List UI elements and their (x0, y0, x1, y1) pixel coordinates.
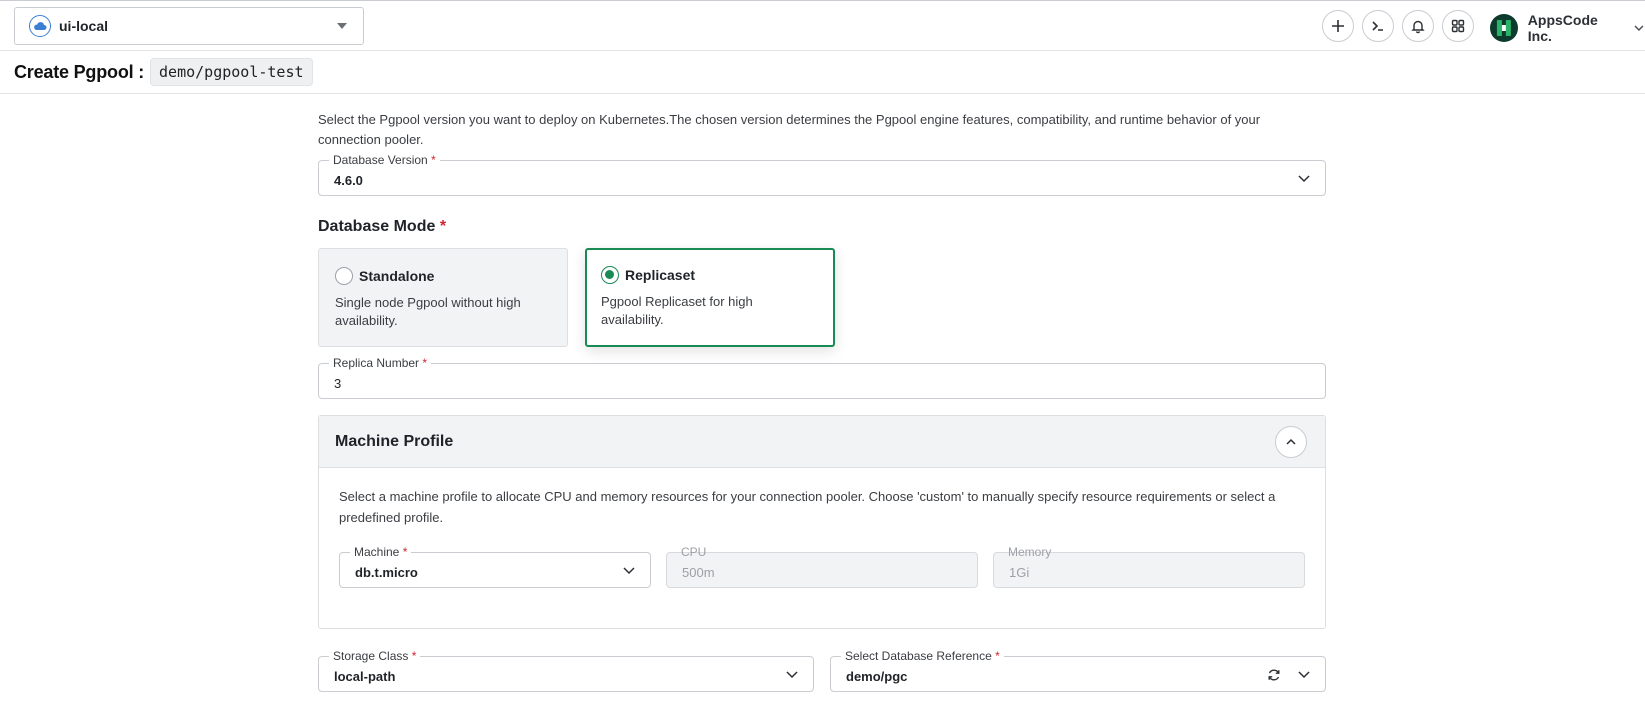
machine-select[interactable]: Machine * db.t.micro (339, 545, 651, 588)
machine-label: Machine (354, 545, 400, 559)
grid-icon (1451, 19, 1465, 33)
top-bar: ui-local AppsCode Inc. (0, 0, 1645, 50)
mode-option-desc: Pgpool Replicaset for high availability. (601, 294, 753, 327)
machine-profile-title: Machine Profile (335, 433, 454, 450)
machine-profile-section: Machine Profile Select a machine profile… (318, 415, 1326, 629)
caret-down-icon (337, 23, 347, 29)
org-menu[interactable]: AppsCode Inc. (1490, 12, 1645, 44)
form-content: Select the Pgpool version you want to de… (318, 110, 1326, 150)
storage-class-label: Storage Class (333, 649, 409, 663)
page-header: Create Pgpool : demo/pgpool-test (0, 50, 1645, 94)
mode-option-standalone[interactable]: Standalone Single node Pgpool without hi… (318, 248, 568, 347)
database-reference-label: Select Database Reference (845, 649, 992, 663)
collapse-button[interactable] (1275, 426, 1307, 458)
memory-label: Memory (1008, 545, 1052, 559)
add-button[interactable] (1322, 10, 1354, 42)
chevron-down-icon (1298, 175, 1310, 183)
mode-option-desc: Single node Pgpool without high availabi… (335, 295, 521, 328)
required-mark: * (402, 545, 408, 559)
required-mark: * (411, 649, 417, 663)
database-mode-title: Database Mode * (318, 218, 447, 235)
resource-ref: demo/pgpool-test (150, 58, 313, 86)
memory-value: 1Gi (1009, 565, 1030, 580)
mode-option-title: Standalone (359, 268, 435, 284)
replica-number-label: Replica Number (333, 356, 420, 370)
database-version-label: Database Version (333, 153, 428, 167)
org-name: AppsCode Inc. (1527, 12, 1598, 44)
machine-profile-desc: Select a machine profile to allocate CPU… (339, 489, 1276, 525)
mode-option-title: Replicaset (625, 267, 696, 283)
chevron-down-icon (1634, 25, 1644, 32)
memory-input: Memory 1Gi (993, 545, 1305, 588)
required-mark: * (422, 356, 428, 370)
terminal-button[interactable] (1362, 10, 1394, 42)
chevron-down-icon (786, 671, 798, 679)
cluster-selector[interactable]: ui-local (14, 7, 364, 45)
cpu-label: CPU (681, 545, 707, 559)
database-reference-value: demo/pgc (846, 669, 908, 684)
version-intro: Select the Pgpool version you want to de… (318, 112, 1261, 147)
required-mark: * (431, 153, 436, 167)
cpu-value: 500m (682, 565, 715, 580)
mode-option-replicaset[interactable]: Replicaset Pgpool Replicaset for high av… (585, 248, 835, 347)
storage-class-value: local-path (334, 669, 396, 684)
database-reference-select[interactable]: Select Database Reference * demo/pgc (830, 649, 1326, 692)
cloud-icon (29, 15, 51, 37)
avatar (1490, 14, 1518, 42)
required-mark: * (439, 218, 447, 235)
notifications-button[interactable] (1402, 10, 1434, 42)
apps-button[interactable] (1442, 10, 1474, 42)
machine-value: db.t.micro (355, 565, 418, 580)
replica-number-input[interactable]: Replica Number * 3 (318, 356, 1326, 399)
chevron-down-icon (1298, 671, 1310, 679)
radio-standalone[interactable] (335, 267, 353, 285)
page-title: Create Pgpool : (14, 61, 145, 82)
storage-class-select[interactable]: Storage Class * local-path (318, 649, 814, 692)
database-version-select[interactable]: Database Version * 4.6.0 (318, 153, 1326, 196)
required-mark: * (995, 649, 1000, 663)
replica-number-value: 3 (334, 376, 342, 391)
radio-replicaset[interactable] (601, 266, 619, 284)
chevron-down-icon (623, 567, 635, 575)
bell-icon (1411, 20, 1425, 34)
cpu-input: CPU 500m (666, 545, 978, 588)
machine-profile-header[interactable]: Machine Profile (319, 416, 1325, 468)
chevron-up-icon (1286, 438, 1296, 445)
plus-icon (1332, 20, 1344, 32)
terminal-icon (1372, 21, 1383, 31)
database-version-value: 4.6.0 (334, 173, 363, 188)
refresh-icon[interactable] (1267, 668, 1281, 682)
cluster-name: ui-local (59, 18, 109, 34)
